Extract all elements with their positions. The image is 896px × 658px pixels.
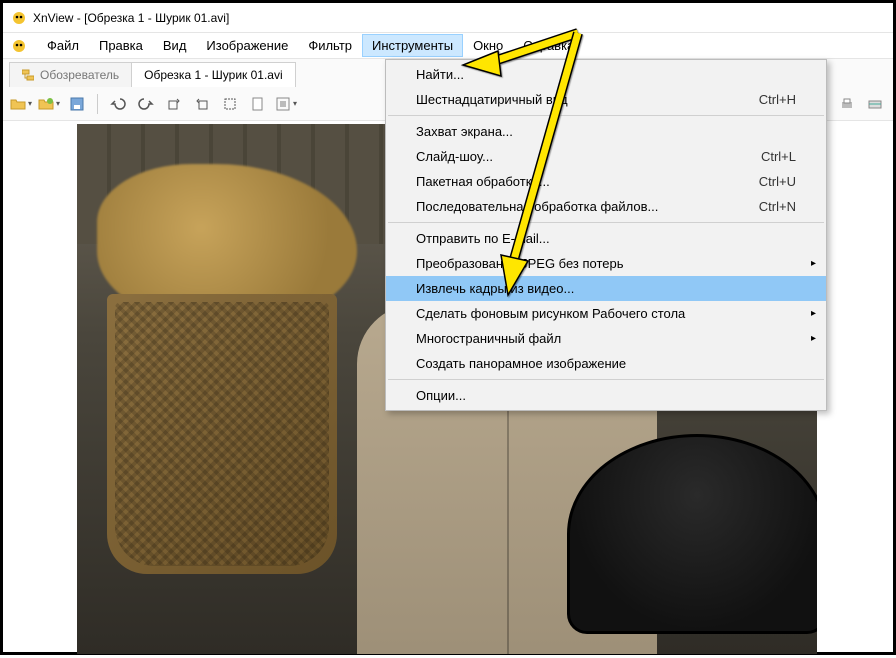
dropdown-item[interactable]: Захват экрана... bbox=[386, 119, 826, 144]
menu-file[interactable]: Файл bbox=[37, 34, 89, 57]
dropdown-item[interactable]: Сделать фоновым рисунком Рабочего стола ▸ bbox=[386, 301, 826, 326]
dropdown-shortcut: Ctrl+N bbox=[759, 199, 796, 214]
menu-bar: Файл Правка Вид Изображение Фильтр Инстр… bbox=[3, 33, 893, 59]
dropdown-item[interactable]: Преобразование JPEG без потерь ▸ bbox=[386, 251, 826, 276]
toolbar-rotate-left-button[interactable] bbox=[162, 92, 186, 116]
dropdown-item-label: Опции... bbox=[416, 388, 466, 403]
dropdown-item-label: Извлечь кадры из видео... bbox=[416, 281, 574, 296]
app-icon-menubar bbox=[11, 38, 27, 54]
dropdown-separator bbox=[388, 222, 824, 223]
folder-tree-icon bbox=[22, 69, 34, 81]
fit-icon bbox=[275, 96, 291, 112]
dropdown-item[interactable]: Опции... bbox=[386, 383, 826, 408]
printer-icon bbox=[839, 96, 855, 112]
menu-help[interactable]: Справка bbox=[513, 34, 584, 57]
tab-file[interactable]: Обрезка 1 - Шурик 01.avi bbox=[131, 62, 296, 87]
crop-icon bbox=[222, 96, 238, 112]
tab-browser[interactable]: Обозреватель bbox=[9, 62, 132, 87]
tab-label: Обозреватель bbox=[40, 68, 119, 82]
window-title: XnView - [Обрезка 1 - Шурик 01.avi] bbox=[33, 11, 229, 25]
menu-image[interactable]: Изображение bbox=[196, 34, 298, 57]
undo-icon bbox=[110, 96, 126, 112]
toolbar-newfile-button[interactable]: ▾ bbox=[37, 92, 61, 116]
rotate-left-icon bbox=[166, 96, 182, 112]
dropdown-item[interactable]: Найти... bbox=[386, 62, 826, 87]
dropdown-item-label: Преобразование JPEG без потерь bbox=[416, 256, 624, 271]
menu-window[interactable]: Окно bbox=[463, 34, 513, 57]
toolbar-rotate-right-button[interactable] bbox=[190, 92, 214, 116]
dropdown-item-label: Шестнадцатиричный вид bbox=[416, 92, 568, 107]
save-icon bbox=[69, 96, 85, 112]
submenu-arrow-icon: ▸ bbox=[811, 333, 816, 344]
folder-icon bbox=[10, 96, 26, 112]
app-icon bbox=[11, 10, 27, 26]
dropdown-item-label: Создать панорамное изображение bbox=[416, 356, 626, 371]
dropdown-item-label: Сделать фоновым рисунком Рабочего стола bbox=[416, 306, 685, 321]
tools-dropdown: Найти... Шестнадцатиричный вид Ctrl+H Захва… bbox=[385, 59, 827, 411]
dropdown-item[interactable]: Слайд-шоу... Ctrl+L bbox=[386, 144, 826, 169]
tab-label: Обрезка 1 - Шурик 01.avi bbox=[144, 68, 283, 82]
submenu-arrow-icon: ▸ bbox=[811, 308, 816, 319]
dropdown-item-label: Отправить по E-mail... bbox=[416, 231, 550, 246]
chevron-down-icon: ▾ bbox=[28, 99, 32, 108]
chevron-down-icon: ▾ bbox=[56, 99, 60, 108]
rotate-right-icon bbox=[194, 96, 210, 112]
dropdown-item-label: Найти... bbox=[416, 67, 464, 82]
dropdown-item-label: Слайд-шоу... bbox=[416, 149, 493, 164]
toolbar-save-button[interactable] bbox=[65, 92, 89, 116]
dropdown-item-label: Многостраничный файл bbox=[416, 331, 561, 346]
submenu-arrow-icon: ▸ bbox=[811, 258, 816, 269]
dropdown-shortcut: Ctrl+U bbox=[759, 174, 796, 189]
toolbar-forward-button[interactable] bbox=[134, 92, 158, 116]
dropdown-shortcut: Ctrl+H bbox=[759, 92, 796, 107]
redo-icon bbox=[138, 96, 154, 112]
dropdown-item[interactable]: Извлечь кадры из видео... bbox=[386, 276, 826, 301]
dropdown-shortcut: Ctrl+L bbox=[761, 149, 796, 164]
dropdown-item[interactable]: Отправить по E-mail... bbox=[386, 226, 826, 251]
dropdown-item-label: Захват экрана... bbox=[416, 124, 513, 139]
toolbar-fit-button[interactable]: ▾ bbox=[274, 92, 298, 116]
toolbar-crop-button[interactable] bbox=[218, 92, 242, 116]
menu-view[interactable]: Вид bbox=[153, 34, 197, 57]
toolbar-folder-button[interactable]: ▾ bbox=[9, 92, 33, 116]
title-bar: XnView - [Обрезка 1 - Шурик 01.avi] bbox=[3, 3, 893, 33]
dropdown-item[interactable]: Создать панорамное изображение bbox=[386, 351, 826, 376]
dropdown-item-label: Последовательная обработка файлов... bbox=[416, 199, 658, 214]
toolbar-separator bbox=[97, 94, 98, 114]
folder-star-icon bbox=[38, 96, 54, 112]
chevron-down-icon: ▾ bbox=[293, 99, 297, 108]
dropdown-item-label: Пакетная обработка... bbox=[416, 174, 550, 189]
toolbar-scan-button[interactable] bbox=[863, 92, 887, 116]
dropdown-item[interactable]: Последовательная обработка файлов... Ctrl… bbox=[386, 194, 826, 219]
scanner-icon bbox=[867, 96, 883, 112]
menu-filter[interactable]: Фильтр bbox=[298, 34, 362, 57]
dropdown-separator bbox=[388, 115, 824, 116]
page-icon bbox=[250, 96, 266, 112]
menu-edit[interactable]: Правка bbox=[89, 34, 153, 57]
dropdown-item[interactable]: Многостраничный файл ▸ bbox=[386, 326, 826, 351]
dropdown-separator bbox=[388, 379, 824, 380]
toolbar-page-button[interactable] bbox=[246, 92, 270, 116]
menu-tools[interactable]: Инструменты bbox=[362, 34, 463, 57]
toolbar-back-button[interactable] bbox=[106, 92, 130, 116]
dropdown-item[interactable]: Шестнадцатиричный вид Ctrl+H bbox=[386, 87, 826, 112]
toolbar-print-button[interactable] bbox=[835, 92, 859, 116]
dropdown-item[interactable]: Пакетная обработка... Ctrl+U bbox=[386, 169, 826, 194]
